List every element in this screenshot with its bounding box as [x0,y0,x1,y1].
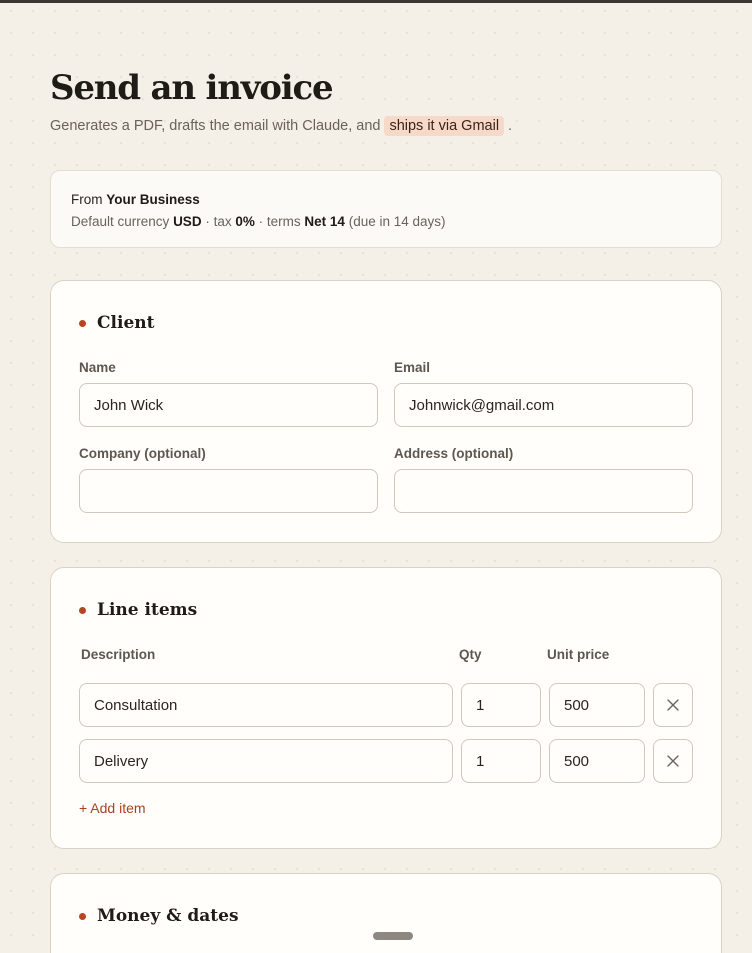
defaults-line: Default currency USD · tax 0% · terms Ne… [71,211,701,233]
money-dates-card: Money & dates [50,873,722,953]
currency-value: USD [173,214,202,229]
money-dates-section-title: Money & dates [79,904,239,928]
business-defaults-box: From Your Business Default currency USD … [50,170,722,248]
terms-suffix: (due in 14 days) [348,214,446,229]
subtitle-highlight: ships it via Gmail [384,116,505,136]
client-address-input[interactable] [394,469,693,513]
remove-line-item-button[interactable] [653,683,693,727]
from-prefix: From [71,192,103,207]
line-item-unit-price-input[interactable] [549,683,645,727]
line-item-unit-price-input[interactable] [549,739,645,783]
tax-value: 0% [235,214,255,229]
client-name-input[interactable] [79,383,378,427]
client-email-input[interactable] [394,383,693,427]
bullet-dot-icon [79,319,86,327]
subtitle-text: Generates a PDF, drafts the email with C… [50,118,381,134]
terms-prefix: · terms [258,214,301,229]
line-item-qty-input[interactable] [461,683,541,727]
top-bar [0,0,752,3]
description-column-header: Description [81,647,156,662]
client-section-title: Client [79,311,154,335]
email-label: Email [394,360,431,375]
subtitle-end: . [508,118,513,134]
page-title: Send an invoice [50,68,334,108]
line-items-section-title: Line items [79,598,197,622]
name-label: Name [79,360,116,375]
company-label: Company (optional) [79,446,206,461]
tax-prefix: · tax [205,214,232,229]
money-dates-title-text: Money & dates [97,906,239,926]
address-label: Address (optional) [394,446,514,461]
qty-column-header: Qty [459,647,482,662]
client-card: Client Name Email Company (optional) Add… [50,280,722,543]
close-icon [667,699,679,711]
add-item-button[interactable]: + Add item [79,800,146,816]
bullet-dot-icon [79,912,86,920]
terms-value: Net 14 [304,214,345,229]
close-icon [667,755,679,767]
currency-prefix: Default currency [71,214,170,229]
unit-price-column-header: Unit price [547,647,610,662]
client-company-input[interactable] [79,469,378,513]
business-name: Your Business [106,192,200,207]
remove-line-item-button[interactable] [653,739,693,783]
client-title-text: Client [97,313,155,333]
from-line: From Your Business [71,189,701,211]
page-subtitle: Generates a PDF, drafts the email with C… [50,115,512,137]
line-items-title-text: Line items [97,600,198,620]
line-items-card: Line items Description Qty Unit price + … [50,567,722,849]
scroll-handle[interactable] [373,932,413,940]
line-item-qty-input[interactable] [461,739,541,783]
line-item-description-input[interactable] [79,683,453,727]
line-item-description-input[interactable] [79,739,453,783]
bullet-dot-icon [79,606,86,614]
